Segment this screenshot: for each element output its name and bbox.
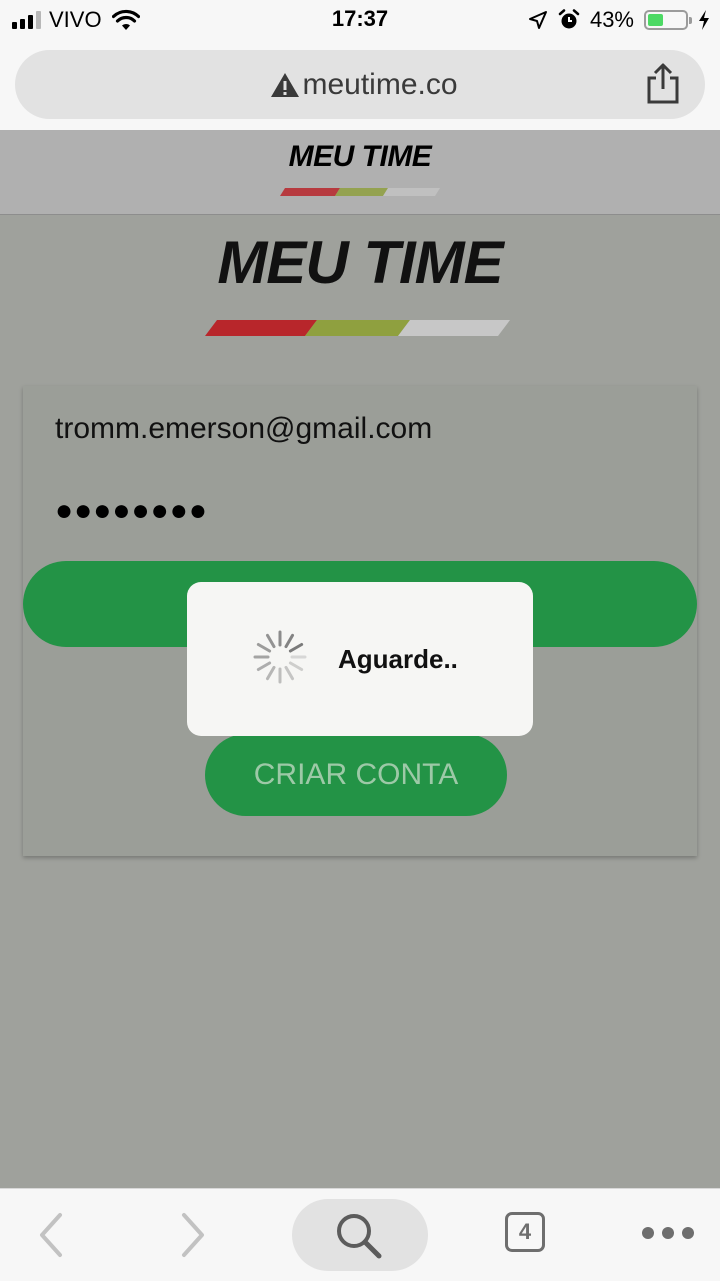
loading-dialog: Aguarde.. <box>187 582 533 736</box>
browser-chrome: meutime.co <box>0 40 720 130</box>
battery-percent: 43% <box>589 7 634 32</box>
battery-icon <box>644 10 692 30</box>
password-field[interactable]: ●●●●●●●● <box>55 494 208 528</box>
site-header: MEU TIME <box>0 130 720 215</box>
status-bar: VIVO 17:37 43% <box>0 0 720 40</box>
create-account-button[interactable]: CRIAR CONTA <box>205 734 507 816</box>
search-button[interactable] <box>292 1199 428 1271</box>
browser-toolbar: 4 <box>0 1188 720 1281</box>
spinner-icon <box>253 630 307 684</box>
charging-icon <box>699 10 709 30</box>
logo-stripe <box>205 320 510 336</box>
forward-icon[interactable] <box>172 1211 212 1259</box>
url-text: meutime.co <box>302 68 458 101</box>
battery-fill <box>648 14 664 26</box>
share-icon[interactable] <box>645 62 681 104</box>
logo-title: MEU TIME <box>217 229 503 296</box>
address-bar[interactable]: meutime.co <box>15 50 705 119</box>
location-icon <box>528 11 547 29</box>
status-right: 43% <box>528 7 710 33</box>
alarm-icon <box>558 9 580 29</box>
back-icon[interactable] <box>32 1211 72 1259</box>
more-icon[interactable] <box>642 1227 694 1239</box>
header-brand[interactable]: MEU TIME <box>0 140 720 174</box>
header-stripe <box>280 188 440 196</box>
tabs-icon[interactable]: 4 <box>505 1212 545 1252</box>
loading-message: Aguarde.. <box>338 644 458 674</box>
search-icon <box>337 1214 382 1259</box>
email-field[interactable] <box>55 412 655 446</box>
